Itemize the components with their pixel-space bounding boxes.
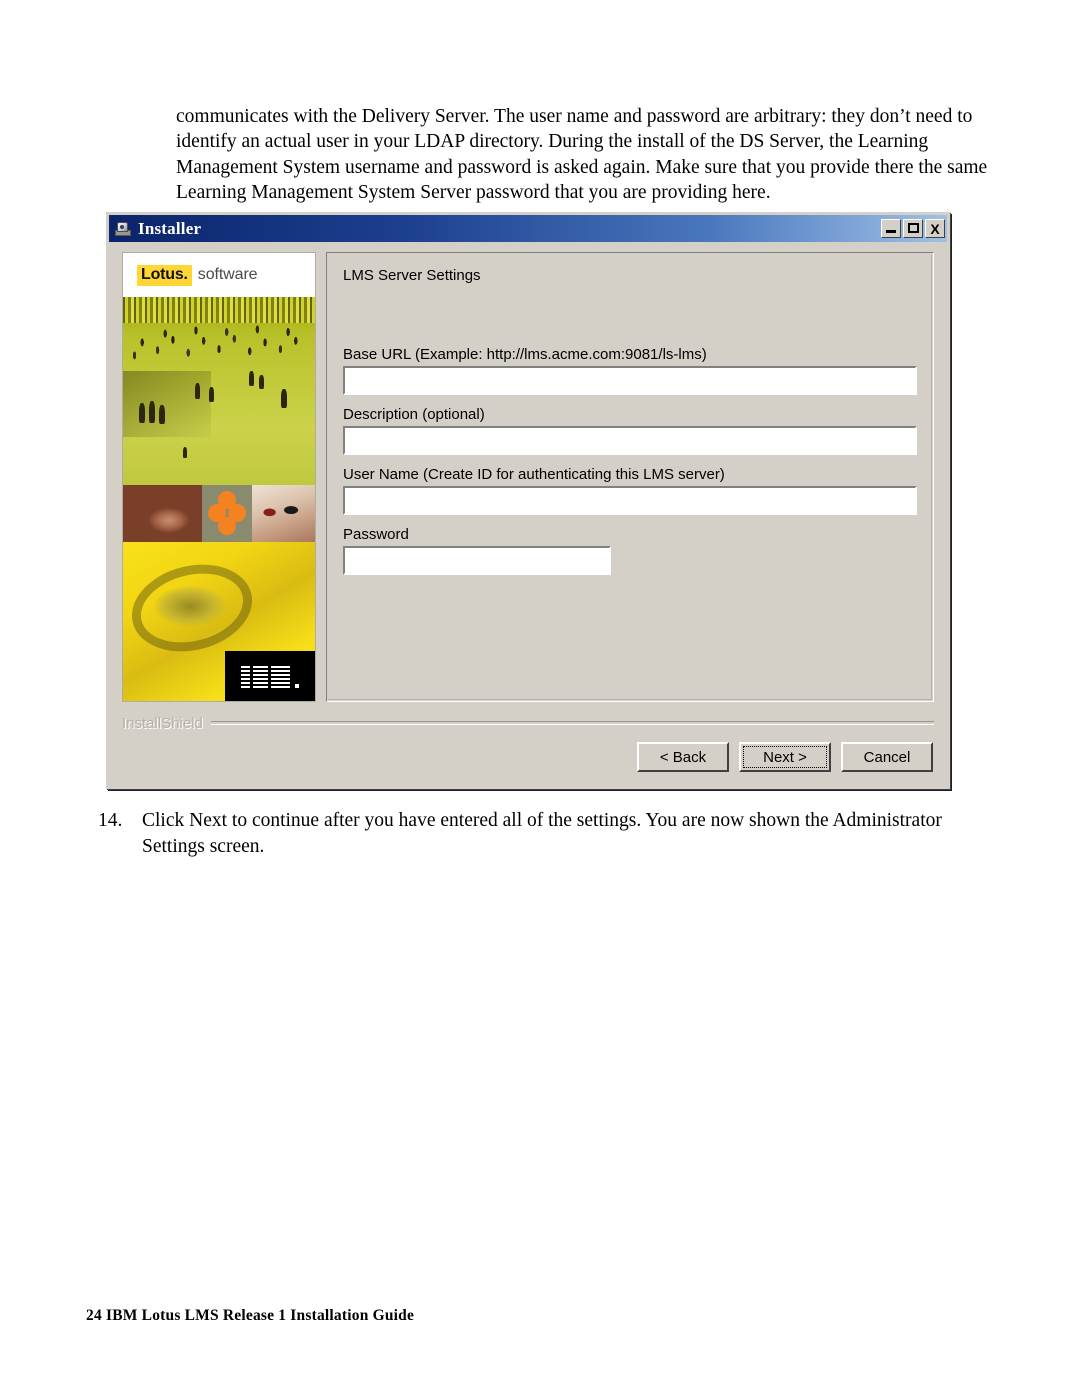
cancel-button[interactable]: Cancel — [841, 742, 933, 772]
installshield-footer: InstallShield — [122, 714, 934, 732]
installer-window: Installer X Lotus. software LMS Server S… — [106, 212, 950, 789]
ibm-logo — [225, 651, 315, 701]
password-label: Password — [343, 526, 409, 543]
field-group-password: Password — [343, 526, 917, 575]
close-icon: X — [930, 220, 940, 237]
heading-spacer — [343, 284, 917, 346]
field-group-base-url: Base URL (Example: http://lms.acme.com:9… — [343, 346, 917, 395]
panel-heading: LMS Server Settings — [343, 267, 481, 284]
software-wordmark: software — [197, 266, 258, 283]
footer-divider — [210, 721, 934, 725]
step-text: Click Next to continue after you have en… — [142, 810, 942, 857]
dialog-button-row: < Back Next > Cancel — [637, 742, 933, 772]
lotus-petal-logo-icon — [202, 485, 252, 542]
branding-sidebar: Lotus. software — [122, 252, 316, 702]
user-name-label: User Name (Create ID for authenticating … — [343, 466, 725, 483]
password-input[interactable] — [343, 546, 611, 575]
step-item: 14. Click Next to continue after you hav… — [98, 808, 998, 859]
lotus-wordmark: Lotus. — [137, 264, 192, 286]
title-bar: Installer X — [109, 215, 947, 242]
close-button[interactable]: X — [925, 219, 945, 238]
yellow-abstract-photo — [123, 542, 315, 701]
window-title: Installer — [138, 218, 202, 238]
installshield-label: InstallShield — [122, 714, 203, 732]
maximize-icon — [908, 223, 919, 233]
user-name-input[interactable] — [343, 486, 917, 515]
field-group-description: Description (optional) — [343, 406, 917, 455]
field-group-user-name: User Name (Create ID for authenticating … — [343, 466, 917, 515]
description-label: Description (optional) — [343, 406, 485, 423]
maximize-button[interactable] — [903, 219, 923, 238]
window-body: Lotus. software LMS Server Settings Base… — [109, 242, 947, 786]
window-controls: X — [881, 219, 945, 238]
triptych-band — [123, 485, 315, 542]
base-url-input[interactable] — [343, 366, 917, 395]
minimize-button[interactable] — [881, 219, 901, 238]
back-button[interactable]: < Back — [637, 742, 729, 772]
hands-photo — [123, 485, 202, 542]
settings-panel: LMS Server Settings Base URL (Example: h… — [326, 252, 934, 702]
minimize-icon — [886, 230, 896, 233]
description-input[interactable] — [343, 426, 917, 455]
intro-paragraph: communicates with the Delivery Server. T… — [176, 105, 988, 204]
next-button[interactable]: Next > — [739, 742, 831, 772]
crowd-photo-image — [123, 297, 315, 485]
person-with-glasses-photo — [252, 485, 315, 542]
page-footer: 24 IBM Lotus LMS Release 1 Installation … — [86, 1307, 415, 1324]
lotus-software-logo: Lotus. software — [123, 253, 315, 297]
step-number: 14. — [98, 810, 123, 831]
base-url-label: Base URL (Example: http://lms.acme.com:9… — [343, 346, 707, 363]
installer-app-icon — [113, 219, 133, 239]
